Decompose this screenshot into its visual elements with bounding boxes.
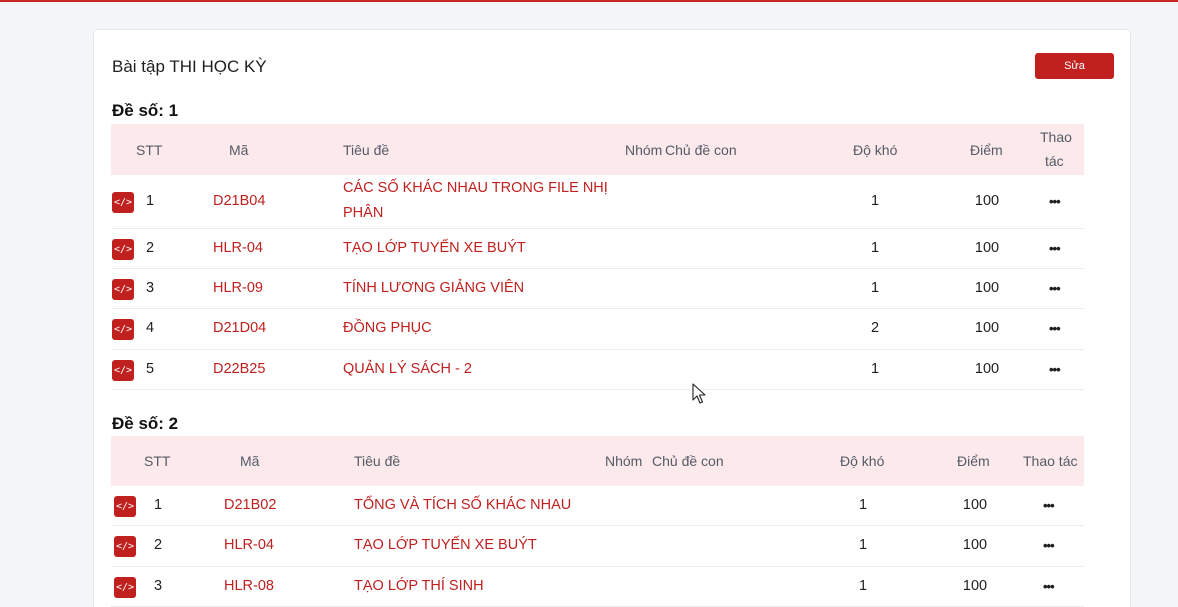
header-ma: Mã xyxy=(229,142,249,158)
row-stt: 1 xyxy=(154,497,163,513)
code-icon[interactable]: </> xyxy=(114,536,136,557)
row-tieude[interactable]: TÍNH LƯƠNG GIẢNG VIÊN xyxy=(343,280,524,296)
code-icon[interactable]: </> xyxy=(112,319,134,340)
row-ma[interactable]: HLR-04 xyxy=(213,240,263,256)
code-icon[interactable]: </> xyxy=(112,239,134,260)
edit-button[interactable]: Sửa xyxy=(1035,53,1114,79)
header-nhom: Nhóm xyxy=(625,142,663,158)
more-dots-icon[interactable]: ••• xyxy=(1049,281,1061,296)
more-dots-icon[interactable]: ••• xyxy=(1049,362,1061,377)
row-ma[interactable]: HLR-04 xyxy=(224,537,274,553)
page-title: Bài tập THI HỌC KỲ xyxy=(112,57,267,76)
header-nhom: Nhóm xyxy=(605,453,643,469)
table-row: </> 3 HLR-09 TÍNH LƯƠNG GIẢNG VIÊN 1 100… xyxy=(111,269,1084,309)
row-diem: 100 xyxy=(974,193,1000,209)
row-dokho: 1 xyxy=(870,280,880,296)
header-diem: Điểm xyxy=(970,142,1003,158)
row-dokho: 1 xyxy=(858,578,868,594)
row-diem: 100 xyxy=(962,578,988,594)
row-ma[interactable]: D21B04 xyxy=(213,193,265,209)
header-stt: STT xyxy=(144,453,171,469)
table-row: </> 1 D21B02 TỔNG VÀ TÍCH SỐ KHÁC NHAU 1… xyxy=(111,486,1084,526)
more-dots-icon[interactable]: ••• xyxy=(1049,241,1061,256)
more-dots-icon[interactable]: ••• xyxy=(1043,538,1055,553)
row-dokho: 1 xyxy=(870,240,880,256)
header-thaotac: Thao tác xyxy=(1023,453,1078,469)
more-dots-icon[interactable]: ••• xyxy=(1049,321,1061,336)
section-title-2: Đề số: 2 xyxy=(112,414,179,433)
header-thaotac-line2: tác xyxy=(1045,153,1064,169)
row-dokho: 1 xyxy=(870,193,880,209)
exam-table-1: STT Mã Tiêu đề Nhóm Chủ đề con Độ khó Đi… xyxy=(111,124,1084,390)
mouse-cursor-icon xyxy=(692,383,706,404)
row-stt: 1 xyxy=(146,193,155,209)
code-icon[interactable]: </> xyxy=(112,279,134,300)
row-ma[interactable]: D22B25 xyxy=(213,361,265,377)
row-ma[interactable]: HLR-08 xyxy=(224,578,274,594)
header-dokho: Độ khó xyxy=(853,142,898,158)
row-ma[interactable]: D21B02 xyxy=(224,497,276,513)
table-header: STT Mã Tiêu đề Nhóm Chủ đề con Độ khó Đi… xyxy=(111,436,1084,486)
more-dots-icon[interactable]: ••• xyxy=(1049,194,1061,209)
exam-table-2: STT Mã Tiêu đề Nhóm Chủ đề con Độ khó Đi… xyxy=(111,436,1084,607)
row-tieude[interactable]: TẠO LỚP THÍ SINH xyxy=(354,578,484,594)
row-tieude[interactable]: TẠO LỚP TUYẾN XE BUÝT xyxy=(354,537,537,553)
row-diem: 100 xyxy=(962,537,988,553)
table-row: </> 2 HLR-04 TẠO LỚP TUYẾN XE BUÝT 1 100… xyxy=(111,229,1084,269)
section-title-1: Đề số: 1 xyxy=(112,101,179,120)
exam-card: Bài tập THI HỌC KỲ Sửa Đề số: 1 STT Mã T… xyxy=(93,29,1131,607)
header-chude: Chủ đề con xyxy=(665,142,737,158)
row-diem: 100 xyxy=(974,240,1000,256)
row-tieude[interactable]: TỔNG VÀ TÍCH SỐ KHÁC NHAU xyxy=(354,497,571,513)
row-dokho: 1 xyxy=(870,361,880,377)
row-dokho: 2 xyxy=(870,320,880,336)
row-ma[interactable]: HLR-09 xyxy=(213,280,263,296)
row-stt: 5 xyxy=(146,361,155,377)
row-stt: 4 xyxy=(146,320,155,336)
more-dots-icon[interactable]: ••• xyxy=(1043,579,1055,594)
code-icon[interactable]: </> xyxy=(114,577,136,598)
top-accent-bar xyxy=(0,0,1178,2)
row-tieude[interactable]: CÁC SỐ KHÁC NHAU TRONG FILE NHỊ xyxy=(343,180,608,196)
code-icon[interactable]: </> xyxy=(112,192,134,213)
row-tieude-line2[interactable]: PHÂN xyxy=(343,205,383,221)
row-stt: 2 xyxy=(146,240,155,256)
header-ma: Mã xyxy=(240,453,260,469)
header-stt: STT xyxy=(136,142,163,158)
code-icon[interactable]: </> xyxy=(112,360,134,381)
row-diem: 100 xyxy=(974,361,1000,377)
header-thaotac-line1: Thao xyxy=(1040,129,1072,145)
header-tieude: Tiêu đề xyxy=(343,142,390,158)
row-diem: 100 xyxy=(962,497,988,513)
row-dokho: 1 xyxy=(858,497,868,513)
row-tieude[interactable]: ĐỒNG PHỤC xyxy=(343,320,432,336)
table-row: </> 3 HLR-08 TẠO LỚP THÍ SINH 1 100 ••• xyxy=(111,567,1084,607)
row-dokho: 1 xyxy=(858,537,868,553)
table-row: </> 5 D22B25 QUẢN LÝ SÁCH - 2 1 100 ••• xyxy=(111,350,1084,390)
code-icon[interactable]: </> xyxy=(114,496,136,517)
row-tieude[interactable]: TẠO LỚP TUYẾN XE BUÝT xyxy=(343,240,526,256)
table-row: </> 1 D21B04 CÁC SỐ KHÁC NHAU TRONG FILE… xyxy=(111,175,1084,229)
more-dots-icon[interactable]: ••• xyxy=(1043,498,1055,513)
table-header: STT Mã Tiêu đề Nhóm Chủ đề con Độ khó Đi… xyxy=(111,124,1084,175)
row-tieude[interactable]: QUẢN LÝ SÁCH - 2 xyxy=(343,361,472,377)
table-row: </> 2 HLR-04 TẠO LỚP TUYẾN XE BUÝT 1 100… xyxy=(111,526,1084,567)
row-diem: 100 xyxy=(974,280,1000,296)
row-stt: 3 xyxy=(154,578,163,594)
row-diem: 100 xyxy=(974,320,1000,336)
table-row: </> 4 D21D04 ĐỒNG PHỤC 2 100 ••• xyxy=(111,309,1084,350)
row-stt: 3 xyxy=(146,280,155,296)
header-tieude: Tiêu đề xyxy=(354,453,401,469)
header-dokho: Độ khó xyxy=(840,453,885,469)
row-ma[interactable]: D21D04 xyxy=(213,320,266,336)
row-stt: 2 xyxy=(154,537,163,553)
header-chude: Chủ đề con xyxy=(652,453,724,469)
header-diem: Điểm xyxy=(957,453,990,469)
